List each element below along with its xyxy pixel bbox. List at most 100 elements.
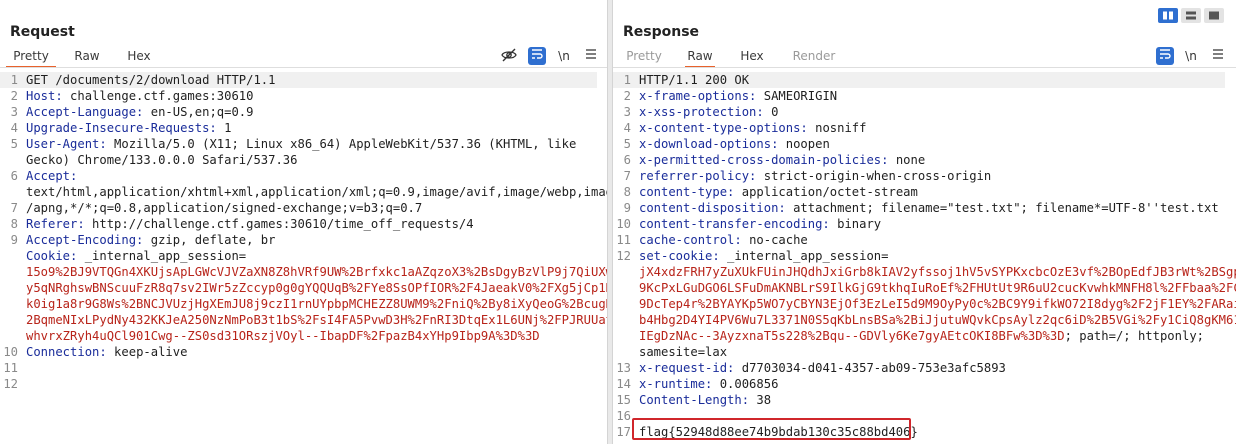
code-line: Cookie: _internal_app_session= (26, 248, 620, 264)
code-line: cache-control: no-cache (639, 232, 1236, 248)
flag-highlight-box (632, 418, 911, 440)
line-number (613, 296, 631, 312)
cookie-value: 9KcPxLGuDGO6LSFuDmAKNBLrS9IlkGjG9tkhqIuR… (639, 281, 1236, 295)
line-number (613, 328, 631, 344)
header-name: cache-control: (639, 233, 742, 247)
line-number: 6 (10, 169, 18, 183)
request-tab-pretty[interactable]: Pretty (6, 46, 56, 68)
header-name: Connection: (26, 345, 107, 359)
code-line: 9DcTep4r%2BYAYKp5WO7yCBYN3EjOf3EzLeI5d9M… (639, 296, 1236, 312)
line-number: 2 (623, 89, 631, 103)
line-text: none (888, 153, 926, 167)
line-number: 2 (10, 89, 18, 103)
layout-single-icon[interactable] (1204, 8, 1224, 23)
line-text: gzip, deflate, br (143, 233, 276, 247)
eye-slash-icon[interactable] (500, 47, 518, 65)
code-line: whvrxZRyh4uQCl901Cwg--ZS0sd31ORszjVOyl--… (26, 328, 620, 344)
hamburger-icon[interactable] (582, 47, 600, 65)
response-editor[interactable]: 1 2 3 4 5 6 7 8 9 10 11 12 13 14 15 16 17 HTTP/1.1 200 O… (613, 72, 1236, 444)
response-tab-raw[interactable]: Raw (685, 46, 715, 68)
line-number: 15 (616, 393, 631, 407)
code-line: /apng,*/*;q=0.8,application/signed-excha… (26, 200, 620, 216)
layout-columns-icon[interactable] (1158, 8, 1178, 23)
line-text: ; path=/; httponly; (1064, 329, 1204, 343)
line-text: Mozilla/5.0 (X11; Linux x86_64) AppleWeb… (106, 137, 577, 151)
cookie-value: k0ig1a8r9G8Ws%2BNCJVUzjHgXEmJU8j9czI1rnU… (26, 297, 621, 311)
layout-rows-icon[interactable] (1181, 8, 1201, 23)
line-number (0, 184, 18, 200)
code-line: x-frame-options: SAMEORIGIN (639, 88, 1236, 104)
line-text: samesite=lax (639, 345, 728, 359)
line-text: d7703034-d041-4357-ab09-753e3afc5893 (734, 361, 1006, 375)
response-pane: Response Pretty Raw Hex Render \n 123456… (613, 0, 1236, 444)
line-text: /apng,*/*;q=0.8,application/signed-excha… (26, 201, 423, 215)
request-editor[interactable]: 1 2 3 4 5 6 7 8 9 10 11 12 GET /documents/2/downloa… (0, 72, 620, 442)
request-title: Request (10, 24, 75, 40)
cookie-value: b4Hbg2D4YI4PV6Wu7L3371N0S5qKbLnsBSa%2BiJ… (639, 313, 1236, 327)
line-number: 3 (623, 105, 631, 119)
code-line: text/html,application/xhtml+xml,applicat… (26, 184, 620, 200)
line-text: 38 (749, 393, 772, 407)
header-name: content-type: (639, 185, 735, 199)
header-name: x-permitted-cross-domain-policies: (639, 153, 889, 167)
line-text: challenge.ctf.games:30610 (62, 89, 254, 103)
response-tab-divider (613, 67, 1236, 68)
code-line: Connection: keep-alive (26, 344, 620, 360)
response-line-numbers: 1 2 3 4 5 6 7 8 9 10 11 12 13 14 15 16 17 (613, 72, 631, 440)
line-text: binary (829, 217, 882, 231)
code-line: GET /documents/2/download HTTP/1.1 (26, 72, 620, 88)
line-number (613, 280, 631, 296)
response-tab-pretty[interactable]: Pretty (619, 46, 669, 66)
code-line: Accept-Language: en-US,en;q=0.9 (26, 104, 620, 120)
code-line: x-content-type-options: nosniff (639, 120, 1236, 136)
line-number: 17 (616, 425, 631, 439)
line-number (0, 152, 18, 168)
newline-toggle-icon[interactable]: \n (1182, 47, 1200, 65)
line-text: GET /documents/2/download HTTP/1.1 (26, 73, 276, 87)
request-tab-hex[interactable]: Hex (124, 46, 154, 66)
code-line: content-type: application/octet-stream (639, 184, 1236, 200)
code-line: referrer-policy: strict-origin-when-cros… (639, 168, 1236, 184)
line-text: en-US,en;q=0.9 (143, 105, 254, 119)
cookie-value: 9DcTep4r%2BYAYKp5WO7yCBYN3EjOf3EzLeI5d9M… (639, 297, 1236, 311)
line-number: 13 (616, 361, 631, 375)
wrap-lines-icon[interactable] (528, 47, 546, 65)
line-text: HTTP/1.1 200 OK (639, 73, 750, 87)
code-line: content-transfer-encoding: binary (639, 216, 1236, 232)
header-name: x-runtime: (639, 377, 713, 391)
cookie-value: IEgDzNAc--3AyzxnaT5s228%2Bqu--GDVly6Ke7g… (639, 329, 1065, 343)
response-tab-render[interactable]: Render (791, 46, 837, 66)
code-line: Accept-Encoding: gzip, deflate, br (26, 232, 620, 248)
line-text: attachment; filename="test.txt"; filenam… (785, 201, 1219, 215)
line-number (613, 264, 631, 280)
code-line: jX4xdzFRH7yZuXUkFUinJHQdhJxiGrb8kIAV2yfs… (639, 264, 1236, 280)
line-text: 0.006856 (712, 377, 779, 391)
newline-toggle-icon[interactable]: \n (555, 47, 573, 65)
header-name: x-request-id: (639, 361, 735, 375)
header-name: x-frame-options: (639, 89, 757, 103)
code-line: HTTP/1.1 200 OK (639, 72, 1236, 88)
line-number: 9 (10, 233, 18, 247)
wrap-lines-icon[interactable] (1156, 47, 1174, 65)
line-number: 7 (10, 201, 18, 215)
line-number (0, 264, 18, 280)
request-tab-raw[interactable]: Raw (72, 46, 102, 66)
line-text: noopen (778, 137, 830, 151)
line-number (613, 344, 631, 360)
code-line: set-cookie: _internal_app_session= (639, 248, 1236, 264)
line-number: 1 (10, 73, 18, 87)
code-line: x-request-id: d7703034-d041-4357-ab09-75… (639, 360, 1236, 376)
cookie-value: whvrxZRyh4uQCl901Cwg--ZS0sd31ORszjVOyl--… (26, 329, 540, 343)
line-number (0, 248, 18, 264)
line-number: 11 (3, 361, 18, 375)
line-number (0, 280, 18, 296)
header-name: content-transfer-encoding: (639, 217, 830, 231)
line-number: 5 (623, 137, 631, 151)
response-tab-hex[interactable]: Hex (737, 46, 767, 66)
code-line: b4Hbg2D4YI4PV6Wu7L3371N0S5qKbLnsBSa%2BiJ… (639, 312, 1236, 328)
line-number: 1 (623, 73, 631, 87)
hamburger-icon[interactable] (1209, 47, 1227, 65)
line-number: 12 (3, 377, 18, 391)
request-code: GET /documents/2/download HTTP/1.1 Host: … (26, 72, 620, 392)
